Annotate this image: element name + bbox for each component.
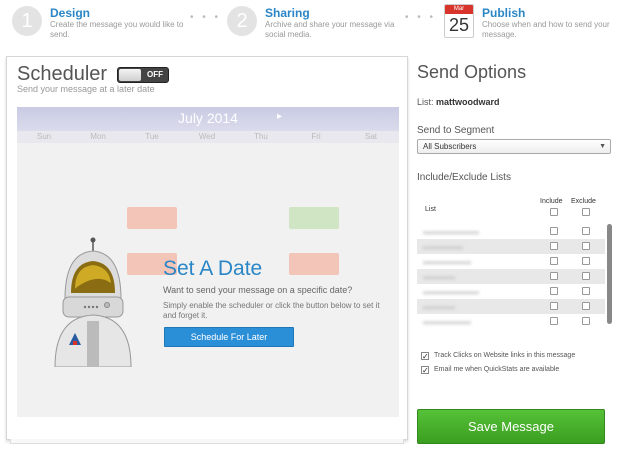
calendar-event <box>127 207 177 229</box>
astronaut-illustration <box>54 237 132 367</box>
table-row: ▬▬▬▬▬▬ <box>417 254 605 269</box>
include-all-checkbox[interactable] <box>550 208 558 216</box>
list-item-name: ▬▬▬▬▬▬ <box>423 317 471 326</box>
list-item-name: ▬▬▬▬ <box>423 272 455 281</box>
scheduler-title: Scheduler <box>17 63 108 85</box>
segment-label: Send to Segment <box>417 125 495 136</box>
table-row: ▬▬▬▬▬▬▬ <box>417 224 605 239</box>
table-row: ▬▬▬▬ <box>417 299 605 314</box>
list-item-name: ▬▬▬▬ <box>423 302 455 311</box>
list-item-name: ▬▬▬▬▬▬▬ <box>423 227 479 236</box>
weekday-label: Mon <box>90 132 106 141</box>
list-item-name: ▬▬▬▬▬▬▬ <box>423 287 479 296</box>
exclude-checkbox[interactable] <box>582 227 590 235</box>
set-date-description: Simply enable the scheduler or click the… <box>163 301 380 320</box>
table-row: ▬▬▬▬▬▬ <box>417 314 605 329</box>
toggle-label: OFF <box>147 70 163 79</box>
send-options-title: Send Options <box>417 62 527 82</box>
list-item-name: ▬▬▬▬▬ <box>423 242 463 251</box>
include-checkbox[interactable] <box>550 317 558 325</box>
exclude-checkbox[interactable] <box>582 257 590 265</box>
table-row: ▬▬▬▬ <box>417 269 605 284</box>
step-number: 2 <box>227 6 257 36</box>
set-date-question: Want to send your message on a specific … <box>163 285 353 295</box>
include-column-header: Include <box>540 198 563 205</box>
weekday-label: Tue <box>145 132 159 141</box>
scheduler-panel: Scheduler OFF Send your message at a lat… <box>6 56 408 444</box>
email-quickstats-label: Email me when QuickStats are available <box>434 366 560 373</box>
calendar-preview: July 2014 ▸ Sun Mon Tue Wed Thu Fri Sat <box>17 107 399 417</box>
calendar-weekdays: Sun Mon Tue Wed Thu Fri Sat <box>17 131 399 143</box>
track-clicks-checkbox[interactable]: ✓ <box>421 352 429 361</box>
set-date-title: Set A Date <box>163 257 263 280</box>
weekday-label: Wed <box>198 132 216 141</box>
include-checkbox[interactable] <box>550 272 558 280</box>
exclude-checkbox[interactable] <box>582 272 590 280</box>
weekday-label: Sat <box>364 132 377 141</box>
segment-select[interactable]: All Subscribers ▼ <box>417 139 611 154</box>
steps-header: 1 Design Create the message you would li… <box>0 0 618 44</box>
calendar-month-label: July 2014 <box>178 110 238 126</box>
calendar-icon-month: Mar <box>445 5 473 14</box>
weekday-label: Sun <box>36 132 52 141</box>
step-title[interactable]: Publish <box>482 6 525 20</box>
table-row: ▬▬▬▬▬ <box>417 239 605 254</box>
track-clicks-label: Track Clicks on Website links in this me… <box>434 352 576 359</box>
scheduler-toggle[interactable]: OFF <box>117 67 169 83</box>
scheduler-subtitle: Send your message at a later date <box>17 84 155 94</box>
calendar-event <box>289 253 339 275</box>
include-checkbox[interactable] <box>550 257 558 265</box>
step-number: 1 <box>12 6 42 36</box>
schedule-for-later-button[interactable]: Schedule For Later <box>164 327 294 347</box>
weekday-label: Thu <box>254 132 268 141</box>
exclude-all-checkbox[interactable] <box>582 208 590 216</box>
include-checkbox[interactable] <box>550 302 558 310</box>
include-exclude-label: Include/Exclude Lists <box>417 172 511 183</box>
next-month-icon[interactable]: ▸ <box>277 111 282 122</box>
step-separator: • • • <box>405 12 437 23</box>
list-column-header: List <box>425 206 436 213</box>
step-separator: • • • <box>190 12 222 23</box>
exclude-column-header: Exclude <box>571 198 596 205</box>
step-title[interactable]: Sharing <box>265 6 310 20</box>
step-description: Create the message you would like to sen… <box>50 20 184 39</box>
lists-table: Include Exclude List ▬▬▬▬▬▬▬ ▬▬▬▬▬ ▬▬▬▬▬… <box>417 192 613 332</box>
include-checkbox[interactable] <box>550 242 558 250</box>
exclude-checkbox[interactable] <box>582 302 590 310</box>
list-info: List: mattwoodward <box>417 97 500 107</box>
table-row: ▬▬▬▬▬▬▬ <box>417 284 605 299</box>
list-name: mattwoodward <box>436 97 500 107</box>
calendar-event <box>289 207 339 229</box>
step-description: Archive and share your message via socia… <box>265 20 395 39</box>
chevron-down-icon: ▼ <box>599 143 606 150</box>
calendar-icon: Mar 25 <box>444 4 474 38</box>
list-item-name: ▬▬▬▬▬▬ <box>423 257 471 266</box>
list-prefix: List: <box>417 97 434 107</box>
calendar-header: July 2014 ▸ <box>17 107 399 131</box>
exclude-checkbox[interactable] <box>582 287 590 295</box>
toggle-knob[interactable] <box>119 69 141 81</box>
weekday-label: Fri <box>311 132 321 141</box>
include-checkbox[interactable] <box>550 287 558 295</box>
calendar-icon-day: 25 <box>448 15 470 35</box>
exclude-checkbox[interactable] <box>582 242 590 250</box>
list-scrollbar[interactable] <box>607 224 612 324</box>
segment-value: All Subscribers <box>423 142 477 151</box>
email-quickstats-checkbox[interactable]: ✓ <box>421 366 429 375</box>
exclude-checkbox[interactable] <box>582 317 590 325</box>
step-title[interactable]: Design <box>50 6 90 20</box>
include-checkbox[interactable] <box>550 227 558 235</box>
step-description: Choose when and how to send your message… <box>482 20 610 39</box>
save-message-button[interactable]: Save Message <box>417 409 605 444</box>
